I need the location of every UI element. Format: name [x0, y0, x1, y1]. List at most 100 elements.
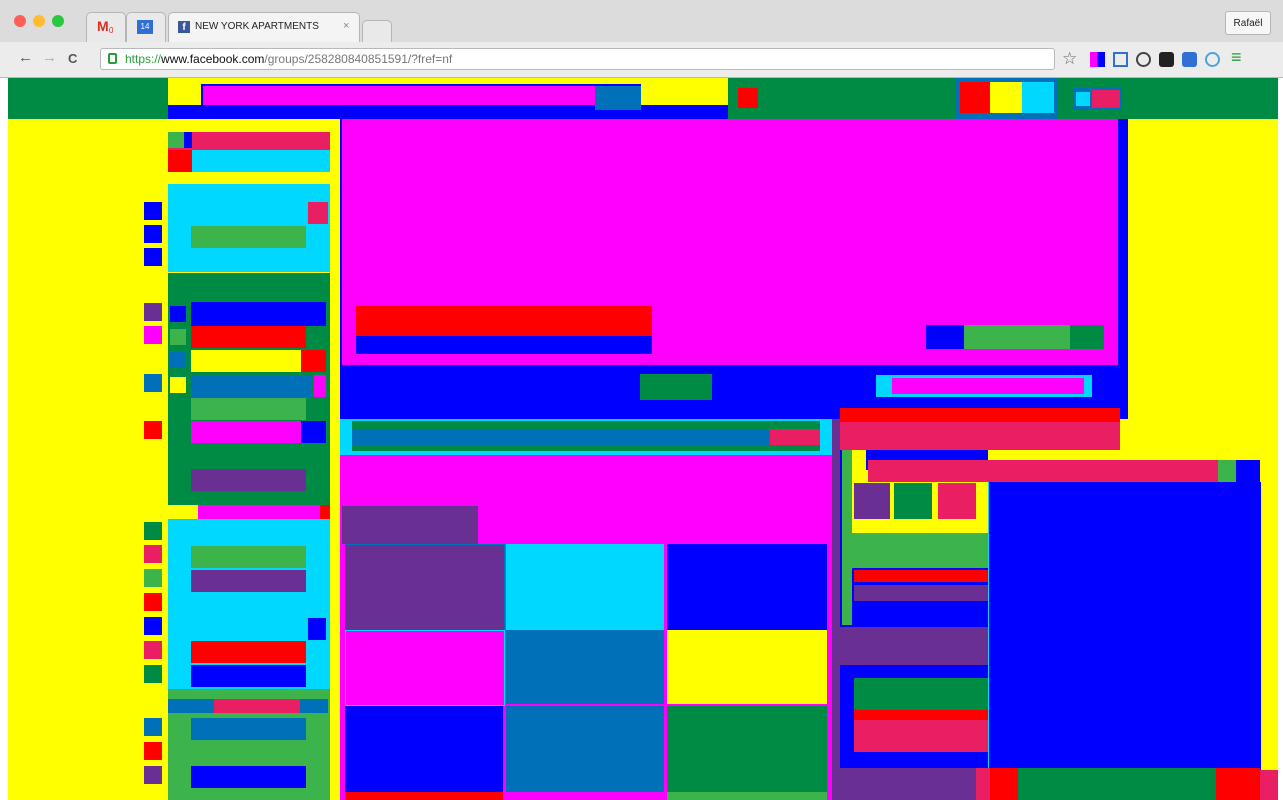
tab-calendar[interactable]: 14 — [126, 12, 166, 42]
composer-post-button[interactable] — [770, 429, 820, 445]
colorize-extension-icon[interactable] — [1090, 52, 1105, 67]
close-tab-icon[interactable]: × — [343, 20, 349, 32]
photo-tile-8[interactable] — [506, 706, 664, 792]
apps-item-1[interactable] — [191, 718, 306, 740]
chat-send-button[interactable] — [1216, 768, 1260, 800]
left-icon-3[interactable] — [144, 248, 162, 266]
pages-item-3[interactable] — [191, 641, 306, 663]
search-button[interactable] — [595, 86, 641, 110]
pages-item-2[interactable] — [191, 570, 306, 592]
forward-button[interactable]: → — [42, 49, 57, 66]
composer-input[interactable] — [352, 429, 770, 445]
chat-close-button[interactable] — [1236, 460, 1260, 482]
avatar[interactable] — [168, 132, 184, 148]
left-icon-2[interactable] — [144, 225, 162, 243]
profile-button[interactable]: Rafaël — [1225, 11, 1271, 35]
left-icon-17[interactable] — [144, 766, 162, 784]
tab-new-york-apartments[interactable]: f NEW YORK APARTMENTS × — [168, 12, 360, 42]
chat-emoji-icon[interactable] — [990, 768, 1018, 800]
profile-link[interactable] — [168, 132, 330, 150]
left-icon-12[interactable] — [144, 617, 162, 635]
suggested-groups-link[interactable] — [854, 720, 988, 752]
groups-item-4-badge — [314, 375, 326, 397]
pages-item-1[interactable] — [191, 546, 306, 568]
member-avatar-3[interactable] — [938, 483, 976, 519]
left-icon-1[interactable] — [144, 202, 162, 220]
favorites-settings-icon[interactable] — [308, 202, 328, 224]
pages-item-4[interactable] — [191, 665, 306, 687]
apps-item-2[interactable] — [191, 766, 306, 788]
photo-tile-7[interactable] — [345, 706, 503, 792]
reload-button[interactable]: C — [68, 51, 77, 66]
left-icon-7[interactable] — [144, 421, 162, 439]
chat-header[interactable] — [868, 460, 1218, 482]
url-scheme: https:// — [125, 52, 162, 66]
photo-tile-2[interactable] — [506, 544, 664, 630]
info-extension-icon[interactable] — [1136, 52, 1151, 67]
left-icon-14[interactable] — [144, 665, 162, 683]
right-column-divider — [832, 419, 840, 800]
menu-icon[interactable]: ≡ — [1231, 47, 1242, 68]
photo-tile-9[interactable] — [667, 706, 827, 792]
see-more-link[interactable] — [198, 505, 328, 519]
tab-gmail[interactable]: M 0 — [86, 12, 126, 42]
groups-item-7[interactable] — [191, 469, 306, 491]
group-title[interactable] — [356, 306, 652, 336]
chat-attach-icon[interactable] — [976, 768, 990, 800]
left-icon-9[interactable] — [144, 545, 162, 563]
nav-logo[interactable] — [738, 88, 758, 108]
photo-tile-6[interactable] — [667, 630, 827, 704]
left-icon-11[interactable] — [144, 593, 162, 611]
left-icon-6[interactable] — [144, 374, 162, 392]
edit-profile-icon[interactable] — [168, 150, 192, 172]
minimize-window-button[interactable] — [33, 15, 45, 27]
favorites-item[interactable] — [191, 226, 306, 248]
new-tab-button[interactable] — [362, 20, 392, 42]
photo-tile-3[interactable] — [667, 544, 827, 630]
screenshot-extension-icon[interactable] — [1113, 52, 1128, 67]
camera-extension-icon[interactable] — [1205, 52, 1220, 67]
left-icon-5[interactable] — [144, 326, 162, 344]
friend-requests-icon[interactable] — [960, 82, 990, 113]
address-bar[interactable]: https://www.facebook.com/groups/25828084… — [100, 48, 1055, 70]
notifications-button[interactable] — [926, 325, 964, 349]
groups-item-1[interactable] — [191, 302, 326, 326]
post-author[interactable] — [342, 506, 478, 544]
messages-icon[interactable] — [990, 82, 1022, 113]
add-members-input[interactable] — [852, 533, 988, 568]
pages-section — [168, 519, 330, 689]
left-icon-15[interactable] — [144, 718, 162, 736]
groups-item-2[interactable] — [191, 326, 306, 348]
left-icon-8[interactable] — [144, 522, 162, 540]
left-icon-4[interactable] — [144, 303, 162, 321]
notifications-icon[interactable] — [1022, 82, 1054, 113]
right-column-title[interactable] — [840, 422, 1120, 450]
photo-tile-4[interactable] — [345, 630, 505, 706]
back-button[interactable]: ← — [18, 49, 33, 66]
pages-settings-icon[interactable] — [308, 618, 326, 640]
left-icon-16[interactable] — [144, 742, 162, 760]
chat-sidebar-toggle[interactable] — [1260, 770, 1278, 800]
blue-extension-icon[interactable] — [1182, 52, 1197, 67]
photo-tile-1[interactable] — [345, 544, 505, 632]
left-icon-10[interactable] — [144, 569, 162, 587]
left-icon-13[interactable] — [144, 641, 162, 659]
k-extension-icon[interactable] — [1159, 52, 1174, 67]
groups-item-5[interactable] — [191, 398, 306, 420]
photo-tile-5[interactable] — [506, 630, 664, 704]
chat-minimize-button[interactable] — [1218, 460, 1236, 482]
close-window-button[interactable] — [14, 15, 26, 27]
right-rail — [1128, 119, 1278, 460]
privacy-shortcut-icon[interactable] — [1076, 92, 1090, 106]
account-menu-button[interactable] — [1092, 90, 1120, 108]
groups-item-6[interactable] — [191, 421, 301, 443]
member-avatar-2[interactable] — [894, 483, 932, 519]
member-avatar-1[interactable] — [854, 483, 890, 519]
maximize-window-button[interactable] — [52, 15, 64, 27]
groups-item-4[interactable] — [191, 375, 311, 397]
groups-item-3[interactable] — [191, 350, 301, 372]
more-options-button[interactable] — [1070, 325, 1104, 349]
tab-discussion[interactable] — [640, 374, 712, 400]
joined-button[interactable] — [964, 325, 1070, 349]
bookmark-star-icon[interactable]: ☆ — [1062, 49, 1077, 69]
